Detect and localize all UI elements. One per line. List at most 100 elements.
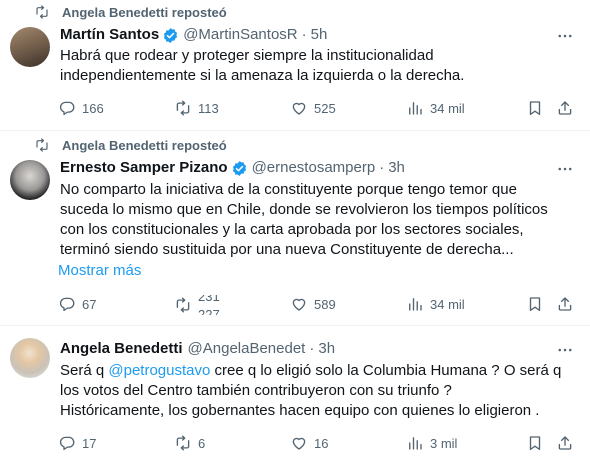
- reply-count: 166: [82, 100, 104, 116]
- action-bar: 17 6 16 3 mil: [58, 434, 580, 454]
- tweet-text: Habrá que rodear y proteger siempre la i…: [60, 46, 580, 86]
- views-count: 34 mil: [430, 296, 465, 312]
- author-name[interactable]: Ernesto Samper Pizano: [60, 158, 228, 178]
- views-button[interactable]: 3 mil: [406, 434, 457, 452]
- views-icon: [406, 99, 424, 117]
- tweet-text-prefix: Será q: [60, 362, 109, 379]
- views-icon: [406, 434, 424, 452]
- share-icon: [556, 434, 574, 452]
- timestamp[interactable]: 3h: [318, 339, 335, 359]
- tweet-text-line: suceda lo mismo que en Chile, donde se r…: [60, 201, 548, 218]
- tweet[interactable]: Angela Benedetti reposteó Ernesto Samper…: [0, 131, 590, 326]
- views-count: 34 mil: [430, 100, 465, 116]
- tweet[interactable]: Angela Benedetti reposteó Martín Santos …: [0, 0, 590, 131]
- author-handle[interactable]: @AngelaBenedet: [188, 339, 306, 359]
- timestamp[interactable]: 3h: [388, 158, 405, 178]
- tweet-text-line: los votos del Centro también contribuyer…: [60, 382, 452, 399]
- repost-button[interactable]: 6: [174, 434, 205, 452]
- tweet-text-line: con los constitucionales y la carta apro…: [60, 221, 524, 238]
- reply-icon: [58, 295, 76, 313]
- tweet-header: Ernesto Samper Pizano @ernestosamperp · …: [60, 158, 405, 178]
- bookmark-icon: [526, 99, 544, 117]
- like-icon: [290, 295, 308, 313]
- timestamp[interactable]: 5h: [311, 25, 328, 45]
- repost-indicator[interactable]: Angela Benedetti reposteó: [34, 4, 227, 20]
- repost-icon: [174, 296, 192, 314]
- author-handle[interactable]: @ernestosamperp: [252, 158, 376, 178]
- share-icon: [556, 295, 574, 313]
- views-button[interactable]: 34 mil: [406, 295, 465, 313]
- tweet-header: Martín Santos @MartinSantosR · 5h: [60, 25, 327, 45]
- tweet-text-line: terminó siendo sustituida por una nueva …: [60, 241, 514, 258]
- tweet-text: No comparto la iniciativa de la constitu…: [60, 180, 580, 260]
- tweet-header: Angela Benedetti @AngelaBenedet · 3h: [60, 339, 335, 359]
- like-count: 525: [314, 100, 336, 116]
- repost-icon: [34, 4, 50, 20]
- like-button[interactable]: 16: [290, 434, 328, 452]
- views-button[interactable]: 34 mil: [406, 99, 465, 117]
- repost-icon: [174, 99, 192, 117]
- like-button[interactable]: 525: [290, 99, 336, 117]
- reply-count: 67: [82, 296, 97, 312]
- repost-button[interactable]: 231 227: [174, 295, 224, 315]
- author-name[interactable]: Angela Benedetti: [60, 339, 183, 359]
- separator-dot: ·: [309, 340, 315, 357]
- avatar[interactable]: [10, 338, 50, 378]
- reply-button[interactable]: 166: [58, 99, 104, 117]
- timeline-feed: Angela Benedetti reposteó Martín Santos …: [0, 0, 590, 458]
- show-more-link[interactable]: Mostrar más: [58, 262, 141, 279]
- reply-button[interactable]: 67: [58, 295, 96, 313]
- repost-count: 6: [198, 435, 206, 451]
- separator-dot: ·: [379, 159, 385, 176]
- tweet-text-line: No comparto la iniciativa de la constitu…: [60, 181, 517, 198]
- tweet-text-line: Será q @petrogustavo cree q lo eligió so…: [60, 361, 580, 381]
- repost-button[interactable]: 113: [174, 99, 219, 117]
- like-button[interactable]: 589: [290, 295, 336, 313]
- bookmark-button[interactable]: [526, 99, 544, 117]
- bookmark-button[interactable]: [526, 434, 544, 452]
- bookmark-button[interactable]: [526, 295, 544, 313]
- share-button[interactable]: [556, 434, 574, 452]
- like-icon: [290, 99, 308, 117]
- repost-icon: [174, 434, 192, 452]
- bookmark-icon: [526, 434, 544, 452]
- like-icon: [290, 434, 308, 452]
- separator-dot: ·: [301, 26, 307, 43]
- tweet-text-suffix: cree q lo eligió solo la Columbia Humana…: [210, 362, 562, 379]
- tweet-text: Será q @petrogustavo cree q lo eligió so…: [60, 361, 580, 421]
- tweet-text-line: Habrá que rodear y proteger siempre la i…: [60, 47, 434, 64]
- bookmark-icon: [526, 295, 544, 313]
- repost-label: Angela Benedetti reposteó: [62, 137, 227, 153]
- more-icon[interactable]: [556, 341, 574, 359]
- author-handle[interactable]: @MartinSantosR: [183, 25, 297, 45]
- views-icon: [406, 295, 424, 313]
- like-count: 589: [314, 296, 336, 312]
- tweet[interactable]: Angela Benedetti @AngelaBenedet · 3h Ser…: [0, 326, 590, 458]
- more-icon[interactable]: [556, 27, 574, 45]
- action-bar: 67 231 227 589 34 mil: [58, 295, 580, 315]
- repost-count-old: 231: [198, 295, 220, 304]
- author-name[interactable]: Martín Santos: [60, 25, 159, 45]
- share-button[interactable]: [556, 295, 574, 313]
- verified-badge-icon[interactable]: [162, 27, 179, 44]
- like-count: 16: [314, 435, 329, 451]
- avatar[interactable]: [10, 27, 50, 67]
- reply-button[interactable]: 17: [58, 434, 96, 452]
- tweet-text-line: independientemente si la amenaza la izqu…: [60, 67, 465, 84]
- verified-badge-icon[interactable]: [231, 160, 248, 177]
- repost-count-new: 227: [198, 307, 220, 315]
- action-bar: 166 113 525 34 mil: [58, 99, 580, 119]
- repost-count-animating: 231 227: [198, 295, 224, 315]
- more-icon[interactable]: [556, 160, 574, 178]
- reply-icon: [58, 99, 76, 117]
- repost-count: 113: [198, 100, 219, 116]
- tweet-text-line: Históricamente, los gobernantes hacen eq…: [60, 402, 540, 419]
- repost-indicator[interactable]: Angela Benedetti reposteó: [34, 137, 227, 153]
- reply-count: 17: [82, 435, 97, 451]
- avatar[interactable]: [10, 160, 50, 200]
- share-button[interactable]: [556, 99, 574, 117]
- mention-link[interactable]: @petrogustavo: [108, 362, 210, 379]
- share-icon: [556, 99, 574, 117]
- repost-icon: [34, 137, 50, 153]
- repost-label: Angela Benedetti reposteó: [62, 4, 227, 20]
